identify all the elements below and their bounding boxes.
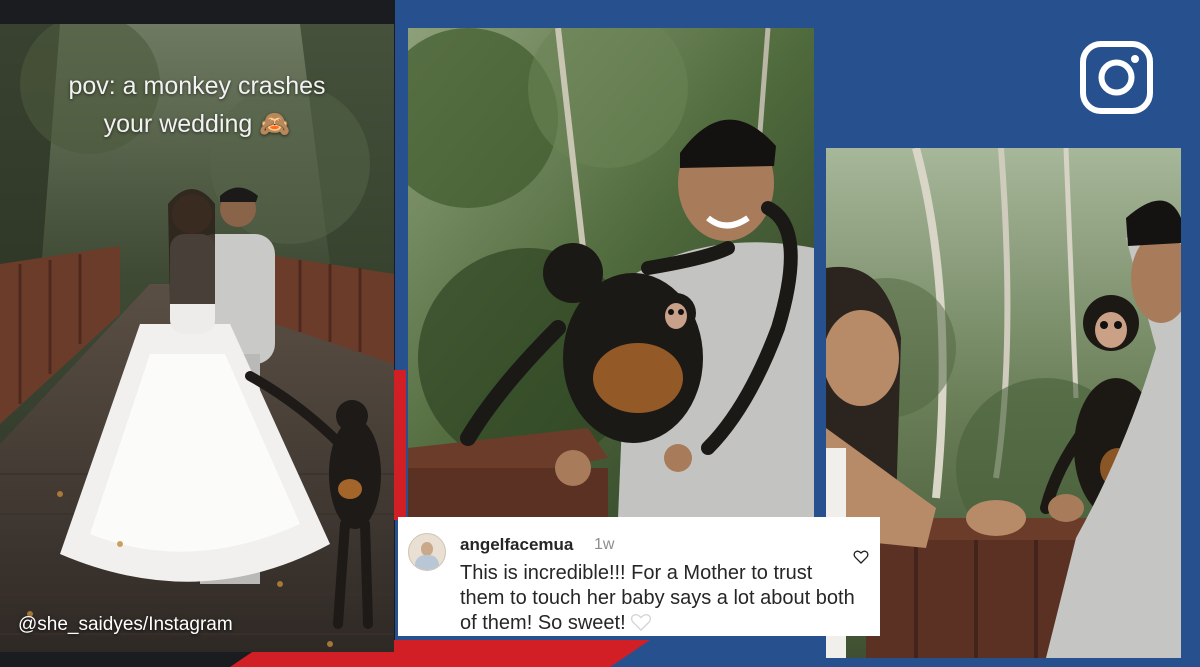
instagram-comment-card: angelfacemua 1w This is incredible!!! Fo… [398,517,880,636]
caption-line-2: your wedding 🙈 [103,110,291,138]
commenter-avatar[interactable] [408,533,446,571]
red-accent-bar [394,370,406,520]
comment-time: 1w [594,536,615,553]
photo-credit: @she_saidyes/Instagram [18,614,233,635]
comment-text: This is incredible!!! For a Mother to tr… [460,562,855,634]
instagram-icon [1079,40,1154,115]
photo-groom-with-monkeys [408,28,814,518]
comment-username[interactable]: angelfacemua [460,535,573,555]
comment-body: This is incredible!!! For a Mother to tr… [460,561,860,636]
caption-line-1: pov: a monkey crashes [68,72,326,100]
white-heart-icon [630,614,651,631]
